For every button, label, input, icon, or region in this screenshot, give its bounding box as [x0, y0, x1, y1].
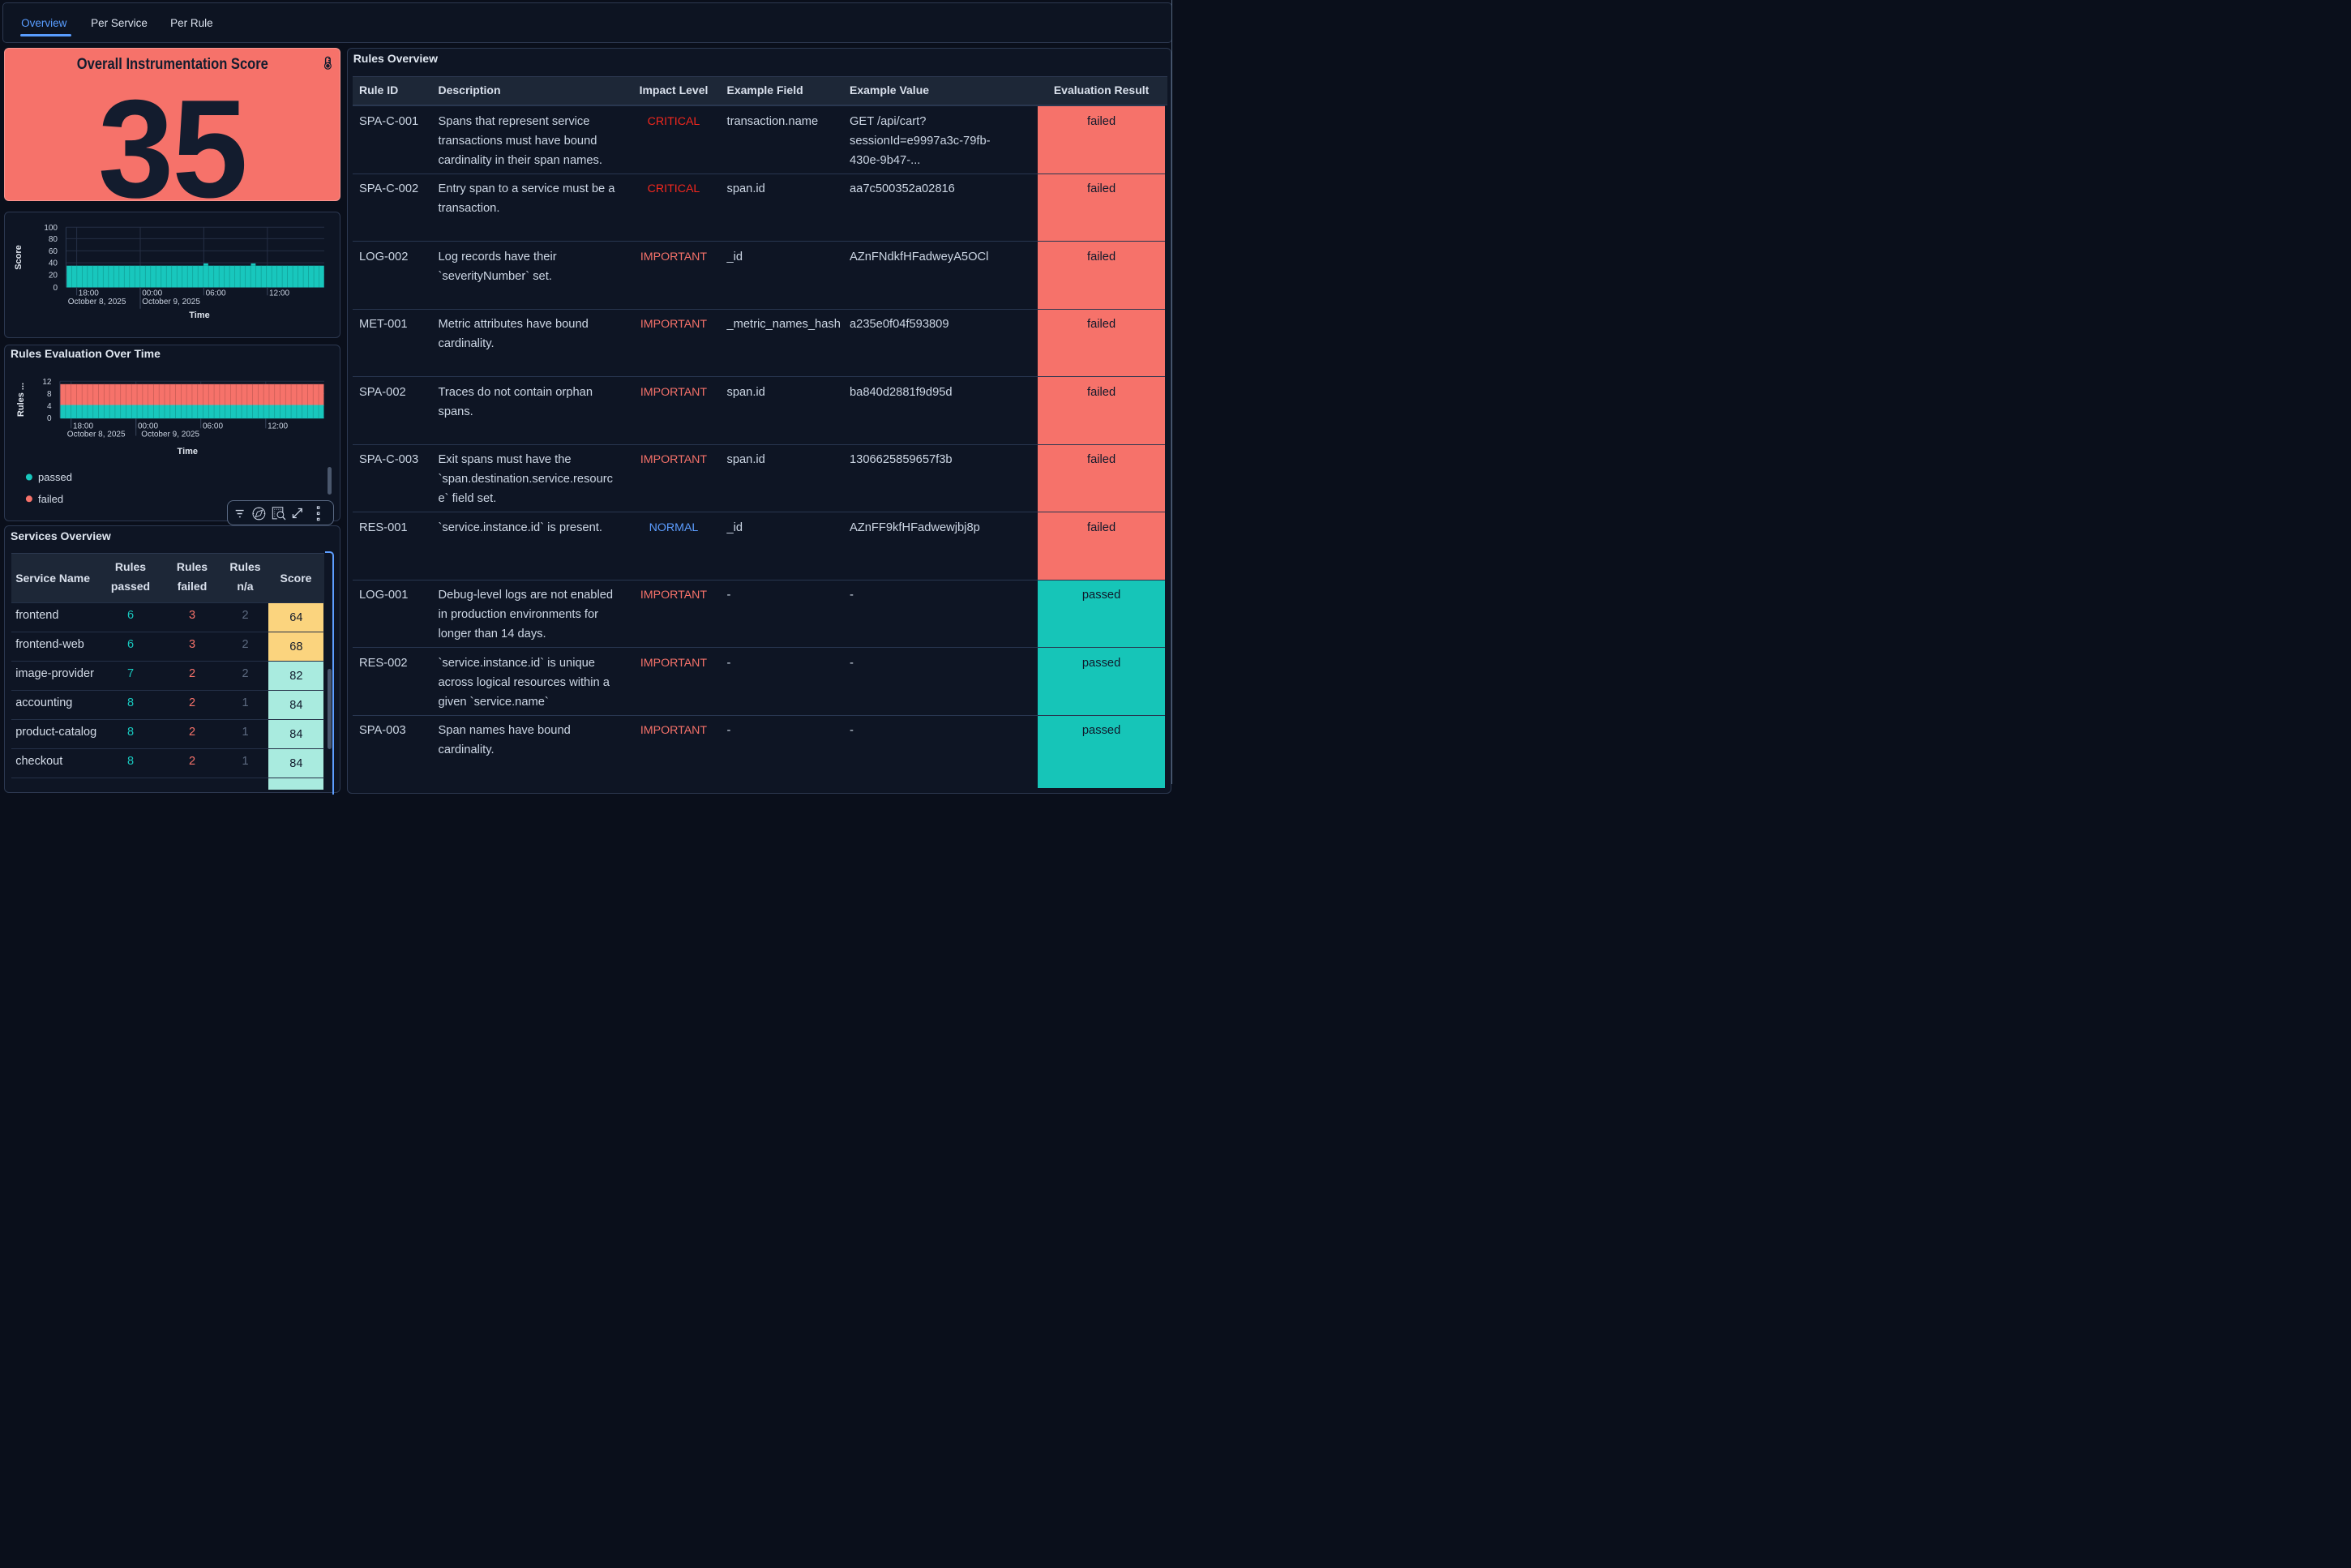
svg-text:Time: Time: [177, 447, 197, 456]
svg-text:60: 60: [48, 247, 58, 256]
svg-text:October 9, 2025: October 9, 2025: [141, 430, 199, 439]
svg-text:100: 100: [44, 223, 58, 232]
svg-text:Rules ...: Rules ...: [16, 383, 26, 417]
svg-text:20: 20: [48, 271, 58, 280]
svg-text:0: 0: [53, 283, 58, 292]
svg-text:12: 12: [42, 378, 52, 387]
svg-text:12:00: 12:00: [269, 289, 289, 298]
svg-text:October 8, 2025: October 8, 2025: [66, 430, 125, 439]
svg-text:4: 4: [46, 402, 51, 411]
svg-text:06:00: 06:00: [203, 422, 223, 431]
svg-text:passed: passed: [38, 471, 72, 483]
svg-text:12:00: 12:00: [268, 422, 288, 431]
svg-text:failed: failed: [38, 493, 63, 505]
svg-text:8: 8: [46, 390, 51, 399]
svg-text:October 9, 2025: October 9, 2025: [142, 298, 200, 306]
svg-text:00:00: 00:00: [142, 289, 162, 298]
svg-text:October 8, 2025: October 8, 2025: [67, 298, 126, 306]
svg-text:Score: Score: [14, 245, 24, 270]
svg-text:Time: Time: [189, 311, 209, 320]
svg-text:06:00: 06:00: [205, 289, 225, 298]
svg-text:0: 0: [46, 414, 51, 423]
svg-text:80: 80: [48, 235, 58, 244]
svg-text:18:00: 18:00: [78, 289, 98, 298]
svg-text:40: 40: [48, 259, 58, 268]
